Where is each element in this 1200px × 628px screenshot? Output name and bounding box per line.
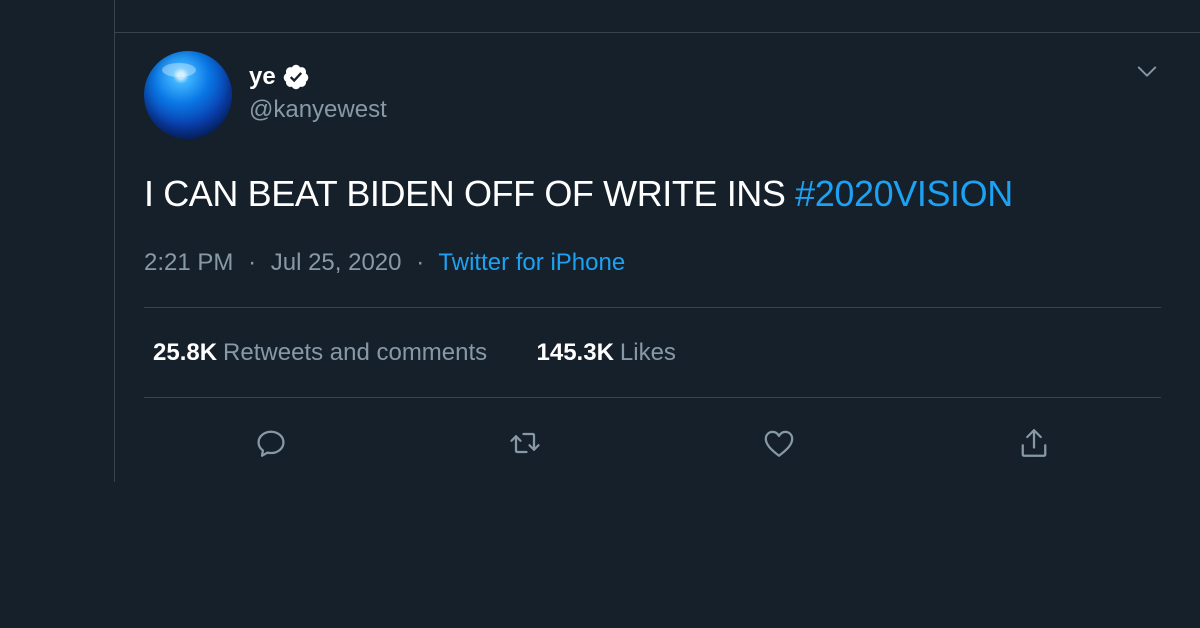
chevron-down-icon[interactable]: [1136, 61, 1158, 83]
hashtag-link[interactable]: #2020VISION: [795, 173, 1013, 214]
tweet-date[interactable]: Jul 25, 2020: [271, 249, 402, 276]
author-name-row[interactable]: ye: [249, 61, 310, 93]
reply-icon[interactable]: [253, 425, 289, 461]
avatar[interactable]: [144, 51, 232, 139]
share-icon[interactable]: [1016, 425, 1052, 461]
retweet-icon[interactable]: [507, 425, 543, 461]
retweets-count: 25.8K: [153, 339, 218, 366]
tweet-time[interactable]: 2:21 PM: [144, 249, 233, 276]
display-name[interactable]: ye: [249, 63, 276, 91]
meta-separator: ·: [416, 249, 425, 276]
likes-label: Likes: [619, 339, 676, 366]
retweets-label: Retweets and comments: [223, 339, 488, 366]
retweets-stat[interactable]: 25.8K Retweets and comments: [153, 339, 494, 366]
likes-stat[interactable]: 145.3K Likes: [537, 339, 676, 366]
stats-bottom-divider: [144, 397, 1161, 398]
likes-count: 145.3K: [536, 339, 614, 366]
tweet-text: I CAN BEAT BIDEN OFF OF WRITE INS #2020V…: [144, 173, 1013, 215]
meta-separator: ·: [248, 249, 257, 276]
avatar-highlight: [162, 63, 196, 77]
tweet-stats: 25.8K Retweets and comments 145.3K Likes: [153, 339, 676, 367]
tweet-source-link[interactable]: Twitter for iPhone: [438, 249, 625, 276]
tweet-body: I CAN BEAT BIDEN OFF OF WRITE INS: [144, 173, 786, 214]
verified-badge-icon: [282, 63, 310, 91]
tweet-meta: 2:21 PM · Jul 25, 2020 · Twitter for iPh…: [144, 249, 625, 277]
author-handle[interactable]: @kanyewest: [249, 96, 387, 124]
tweet-detail: ye @kanyewest I CAN BEAT BIDEN OFF OF WR…: [115, 33, 1200, 482]
heart-icon[interactable]: [761, 425, 797, 461]
stats-top-divider: [144, 307, 1161, 308]
page: ye @kanyewest I CAN BEAT BIDEN OFF OF WR…: [0, 0, 1200, 628]
